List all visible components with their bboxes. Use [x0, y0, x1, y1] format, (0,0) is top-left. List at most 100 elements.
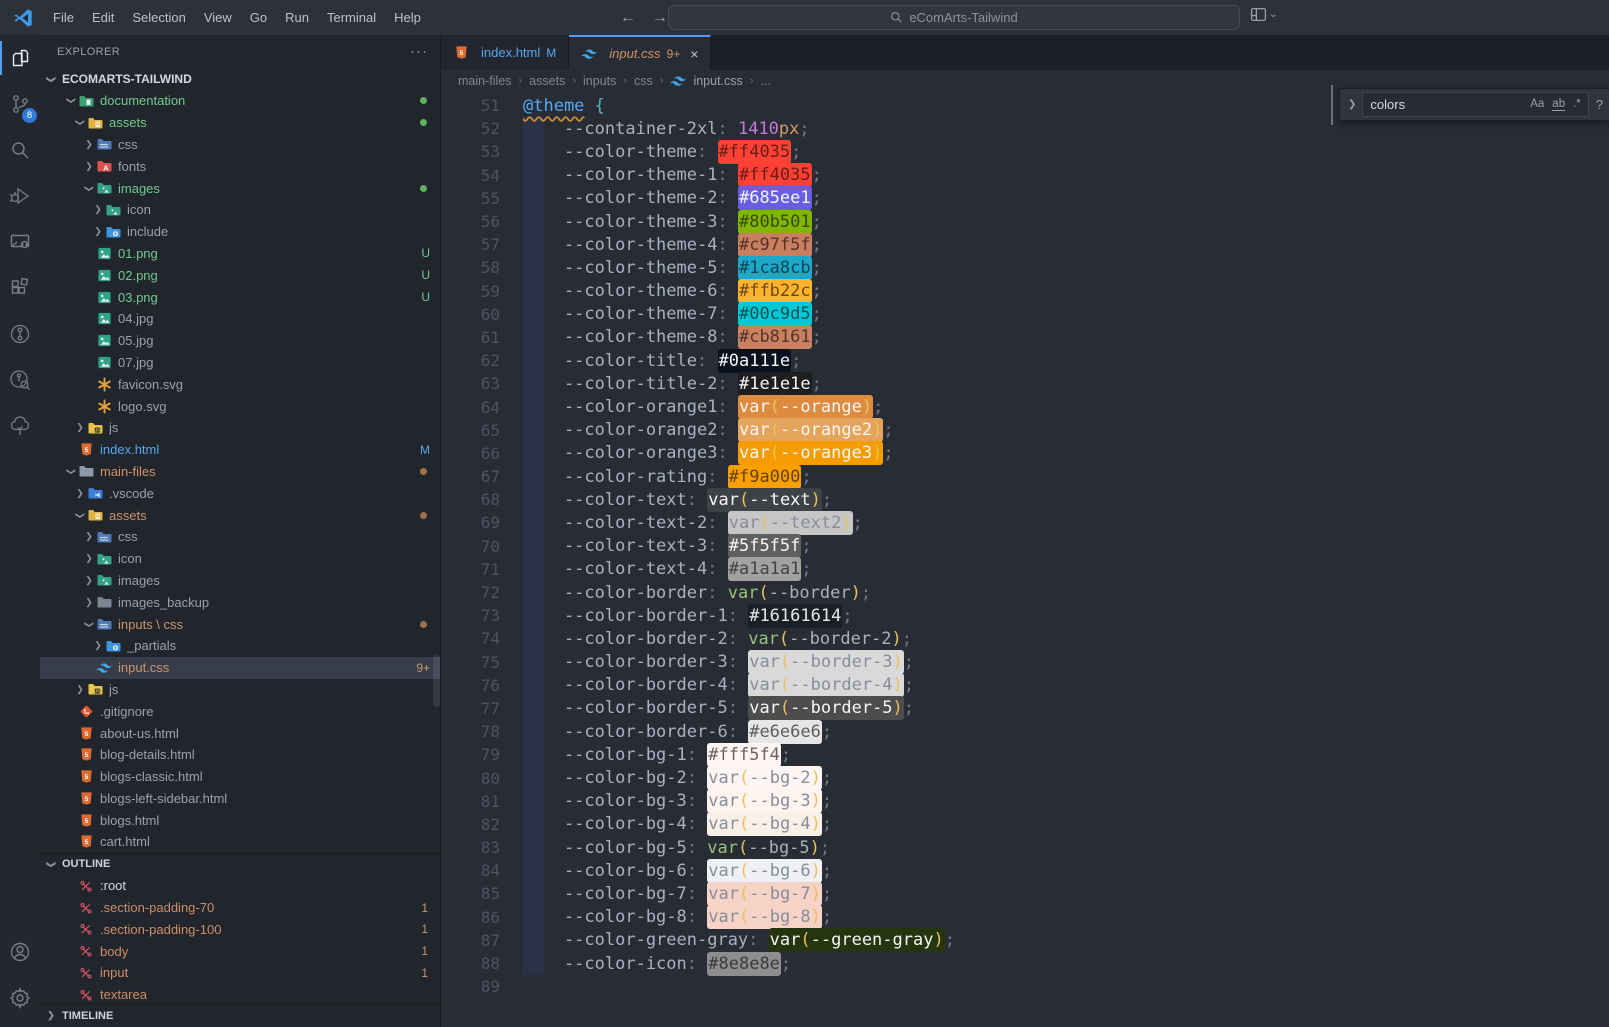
- code-line[interactable]: 57 --color-theme-4: #c97f5f;: [441, 233, 1609, 256]
- activity-account-icon[interactable]: [0, 929, 40, 975]
- tree-item[interactable]: 02.pngU: [40, 264, 440, 286]
- code-line[interactable]: 77 --color-border-5: var(--border-5);: [441, 697, 1609, 720]
- tree-item[interactable]: ❯ A fonts: [40, 155, 440, 177]
- tree-item[interactable]: favicon.svg: [40, 373, 440, 395]
- code-line[interactable]: 71 --color-text-4: #a1a1a1;: [441, 558, 1609, 581]
- tree-item[interactable]: input.css9+: [40, 657, 440, 679]
- tree-item[interactable]: 07.jpg: [40, 352, 440, 374]
- outline-item[interactable]: body 1: [40, 940, 440, 962]
- regex-icon[interactable]: .*: [1573, 98, 1581, 111]
- breadcrumb-item[interactable]: assets: [529, 74, 565, 88]
- code-line[interactable]: 66 --color-orange3: var(--orange3);: [441, 442, 1609, 465]
- tree-item[interactable]: ❯ images: [40, 570, 440, 592]
- activity-source-control-icon[interactable]: 8: [0, 81, 40, 127]
- code-line[interactable]: 85 --color-bg-7: var(--bg-7);: [441, 882, 1609, 905]
- activity-search-icon[interactable]: [0, 127, 40, 173]
- code-line[interactable]: 60 --color-theme-7: #00c9d5;: [441, 303, 1609, 326]
- activity-project-tree-icon[interactable]: [0, 403, 40, 449]
- code-line[interactable]: 69 --color-text-2: var(--text2);: [441, 511, 1609, 534]
- tree-item[interactable]: 5 blog-details.html: [40, 744, 440, 766]
- tree-item[interactable]: 01.pngU: [40, 243, 440, 265]
- code-line[interactable]: 80 --color-bg-2: var(--bg-2);: [441, 766, 1609, 789]
- tree-item[interactable]: ❯ inputs \ css: [40, 613, 440, 635]
- tree-item[interactable]: 5 blogs-classic.html: [40, 766, 440, 788]
- code-line[interactable]: 67 --color-rating: #f9a000;: [441, 465, 1609, 488]
- activity-extensions-icon[interactable]: [0, 265, 40, 311]
- code-line[interactable]: 56 --color-theme-3: #80b501;: [441, 210, 1609, 233]
- tree-item[interactable]: ❯ css: [40, 134, 440, 156]
- menu-terminal[interactable]: Terminal: [318, 0, 385, 35]
- tab-input.css[interactable]: input.css 9+ ×: [569, 35, 711, 70]
- code-line[interactable]: 53 --color-theme: #ff4035;: [441, 140, 1609, 163]
- outline-item[interactable]: input 1: [40, 962, 440, 984]
- tree-item[interactable]: 05.jpg: [40, 330, 440, 352]
- code-editor[interactable]: 51 @theme { 52 --container-2xl: 1410px; …: [441, 91, 1609, 1027]
- code-line[interactable]: 89: [441, 975, 1609, 998]
- code-line[interactable]: 74 --color-border-2: var(--border-2);: [441, 627, 1609, 650]
- breadcrumb-item[interactable]: inputs: [583, 74, 616, 88]
- breadcrumb-tail[interactable]: ...: [760, 74, 770, 88]
- activity-run-debug-icon[interactable]: [0, 173, 40, 219]
- menu-selection[interactable]: Selection: [123, 0, 194, 35]
- tree-item[interactable]: ❯ _partials: [40, 635, 440, 657]
- code-line[interactable]: 63 --color-title-2: #1e1e1e;: [441, 372, 1609, 395]
- code-line[interactable]: 82 --color-bg-4: var(--bg-4);: [441, 813, 1609, 836]
- tree-item[interactable]: 5 about-us.html: [40, 722, 440, 744]
- tab-index.html[interactable]: 5 index.html M: [441, 35, 569, 70]
- tree-item[interactable]: .gitignore: [40, 700, 440, 722]
- tree-item[interactable]: logo.svg: [40, 395, 440, 417]
- code-line[interactable]: 87 --color-green-gray: var(--green-gray)…: [441, 929, 1609, 952]
- code-line[interactable]: 68 --color-text: var(--text);: [441, 488, 1609, 511]
- tree-item[interactable]: ❯ css: [40, 526, 440, 548]
- explorer-more-actions-icon[interactable]: ···: [410, 43, 428, 60]
- tree-item[interactable]: ❯ assets: [40, 112, 440, 134]
- tree-item[interactable]: ❯ include: [40, 221, 440, 243]
- code-line[interactable]: 73 --color-border-1: #16161614;: [441, 604, 1609, 627]
- code-line[interactable]: 58 --color-theme-5: #1ca8cb;: [441, 256, 1609, 279]
- activity-explorer-icon[interactable]: [0, 35, 40, 81]
- tree-item[interactable]: 03.pngU: [40, 286, 440, 308]
- code-line[interactable]: 83 --color-bg-5: var(--bg-5);: [441, 836, 1609, 859]
- project-root-header[interactable]: ❯ ECOMARTS-TAILWIND: [40, 68, 440, 90]
- activity-remote-explorer-icon[interactable]: [0, 219, 40, 265]
- match-case-icon[interactable]: Aa: [1530, 98, 1544, 111]
- code-line[interactable]: 72 --color-border: var(--border);: [441, 581, 1609, 604]
- code-line[interactable]: 65 --color-orange2: var(--orange2);: [441, 419, 1609, 442]
- close-icon[interactable]: ×: [690, 46, 698, 62]
- activity-settings-gear-icon[interactable]: [0, 975, 40, 1021]
- code-line[interactable]: 61 --color-theme-8: #cb8161;: [441, 326, 1609, 349]
- tree-item[interactable]: 5 cart.html: [40, 831, 440, 853]
- code-line[interactable]: 64 --color-orange1: var(--orange);: [441, 395, 1609, 418]
- tree-item[interactable]: 5 blogs-left-sidebar.html: [40, 788, 440, 810]
- sidebar-scrollbar[interactable]: [433, 655, 440, 707]
- menu-go[interactable]: Go: [241, 0, 276, 35]
- tree-item[interactable]: ❯ assets: [40, 504, 440, 526]
- breadcrumb-item[interactable]: css: [634, 74, 653, 88]
- layout-customize-button[interactable]: ⌄: [1250, 6, 1277, 23]
- activity-gitlens-icon[interactable]: [0, 311, 40, 357]
- code-line[interactable]: 75 --color-border-3: var(--border-3);: [441, 651, 1609, 674]
- tree-item[interactable]: ❯ images: [40, 177, 440, 199]
- find-widget-sash[interactable]: [1331, 85, 1333, 125]
- menu-help[interactable]: Help: [385, 0, 430, 35]
- code-line[interactable]: 79 --color-bg-1: #fff5f4;: [441, 743, 1609, 766]
- timeline-header[interactable]: ❯ TIMELINE: [40, 1003, 440, 1027]
- outline-item[interactable]: .section-padding-70 1: [40, 897, 440, 919]
- command-center-search[interactable]: eComArts-Tailwind: [668, 5, 1240, 30]
- tree-item[interactable]: ❯ JS js: [40, 679, 440, 701]
- tree-item[interactable]: ❯ .vscode: [40, 482, 440, 504]
- tree-item[interactable]: 04.jpg: [40, 308, 440, 330]
- code-line[interactable]: 88 --color-icon: #8e8e8e;: [441, 952, 1609, 975]
- breadcrumb-file[interactable]: input.css: [693, 74, 742, 88]
- code-line[interactable]: 54 --color-theme-1: #ff4035;: [441, 164, 1609, 187]
- code-line[interactable]: 84 --color-bg-6: var(--bg-6);: [441, 859, 1609, 882]
- find-collapse-icon[interactable]: ❯: [1348, 99, 1356, 110]
- tree-item[interactable]: ❯ icon: [40, 199, 440, 221]
- breadcrumb-item[interactable]: main-files: [458, 74, 512, 88]
- outline-item[interactable]: :root: [40, 875, 440, 897]
- code-line[interactable]: 81 --color-bg-3: var(--bg-3);: [441, 790, 1609, 813]
- menu-edit[interactable]: Edit: [83, 0, 123, 35]
- menu-run[interactable]: Run: [276, 0, 318, 35]
- find-input[interactable]: colors Aa ab .*: [1362, 92, 1588, 117]
- code-line[interactable]: 62 --color-title: #0a111e;: [441, 349, 1609, 372]
